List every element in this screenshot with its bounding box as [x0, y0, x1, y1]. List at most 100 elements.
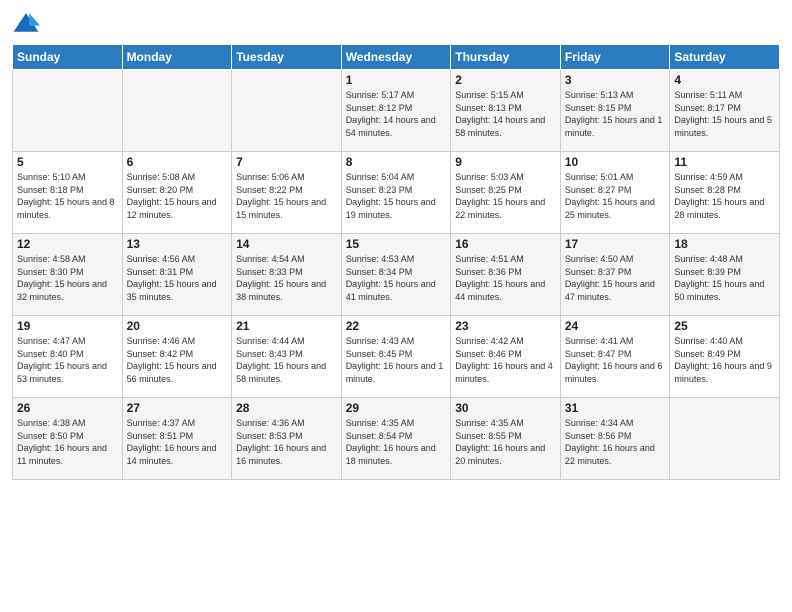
day-info: Sunrise: 4:35 AM Sunset: 8:54 PM Dayligh… — [346, 417, 447, 467]
day-number: 14 — [236, 237, 337, 251]
day-info: Sunrise: 5:01 AM Sunset: 8:27 PM Dayligh… — [565, 171, 666, 221]
logo-icon — [12, 10, 40, 38]
day-number: 18 — [674, 237, 775, 251]
header-day-tuesday: Tuesday — [232, 45, 342, 70]
calendar-cell: 10 Sunrise: 5:01 AM Sunset: 8:27 PM Dayli… — [560, 152, 670, 234]
day-info: Sunrise: 4:34 AM Sunset: 8:56 PM Dayligh… — [565, 417, 666, 467]
calendar-cell: 3 Sunrise: 5:13 AM Sunset: 8:15 PM Daylig… — [560, 70, 670, 152]
day-info: Sunrise: 5:04 AM Sunset: 8:23 PM Dayligh… — [346, 171, 447, 221]
calendar-cell: 2 Sunrise: 5:15 AM Sunset: 8:13 PM Daylig… — [451, 70, 561, 152]
header — [12, 10, 780, 38]
calendar-cell: 31 Sunrise: 4:34 AM Sunset: 8:56 PM Dayli… — [560, 398, 670, 480]
week-row-3: 19 Sunrise: 4:47 AM Sunset: 8:40 PM Dayli… — [13, 316, 780, 398]
header-day-friday: Friday — [560, 45, 670, 70]
day-number: 19 — [17, 319, 118, 333]
day-info: Sunrise: 4:54 AM Sunset: 8:33 PM Dayligh… — [236, 253, 337, 303]
day-number: 24 — [565, 319, 666, 333]
day-number: 20 — [127, 319, 228, 333]
day-info: Sunrise: 4:53 AM Sunset: 8:34 PM Dayligh… — [346, 253, 447, 303]
day-info: Sunrise: 5:11 AM Sunset: 8:17 PM Dayligh… — [674, 89, 775, 139]
day-number: 10 — [565, 155, 666, 169]
day-info: Sunrise: 4:47 AM Sunset: 8:40 PM Dayligh… — [17, 335, 118, 385]
header-row: SundayMondayTuesdayWednesdayThursdayFrid… — [13, 45, 780, 70]
week-row-4: 26Sunrise: 4:38 AM Sunset: 8:50 PM Dayli… — [13, 398, 780, 480]
day-info: Sunrise: 4:41 AM Sunset: 8:47 PM Dayligh… — [565, 335, 666, 385]
week-row-2: 12Sunrise: 4:58 AM Sunset: 8:30 PM Dayli… — [13, 234, 780, 316]
day-info: Sunrise: 4:48 AM Sunset: 8:39 PM Dayligh… — [674, 253, 775, 303]
day-number: 6 — [127, 155, 228, 169]
day-number: 5 — [17, 155, 118, 169]
day-number: 7 — [236, 155, 337, 169]
calendar-cell: 1 Sunrise: 5:17 AM Sunset: 8:12 PM Daylig… — [341, 70, 451, 152]
day-number: 12 — [17, 237, 118, 251]
calendar-cell: 19 Sunrise: 4:47 AM Sunset: 8:40 PM Dayli… — [13, 316, 123, 398]
day-info: Sunrise: 4:59 AM Sunset: 8:28 PM Dayligh… — [674, 171, 775, 221]
calendar-cell: 9 Sunrise: 5:03 AM Sunset: 8:25 PM Daylig… — [451, 152, 561, 234]
calendar-cell: 29Sunrise: 4:35 AM Sunset: 8:54 PM Dayli… — [341, 398, 451, 480]
calendar-cell: 13 Sunrise: 4:56 AM Sunset: 8:31 PM Dayli… — [122, 234, 232, 316]
calendar-cell: 4 Sunrise: 5:11 AM Sunset: 8:17 PM Daylig… — [670, 70, 780, 152]
calendar-cell: 11 Sunrise: 4:59 AM Sunset: 8:28 PM Dayli… — [670, 152, 780, 234]
day-number: 25 — [674, 319, 775, 333]
day-number: 17 — [565, 237, 666, 251]
day-number: 31 — [565, 401, 666, 415]
day-info: Sunrise: 5:03 AM Sunset: 8:25 PM Dayligh… — [455, 171, 556, 221]
calendar-cell — [122, 70, 232, 152]
day-number: 16 — [455, 237, 556, 251]
calendar-cell: 7 Sunrise: 5:06 AM Sunset: 8:22 PM Daylig… — [232, 152, 342, 234]
day-number: 21 — [236, 319, 337, 333]
week-row-0: 1 Sunrise: 5:17 AM Sunset: 8:12 PM Daylig… — [13, 70, 780, 152]
calendar-cell — [13, 70, 123, 152]
day-number: 3 — [565, 73, 666, 87]
day-number: 27 — [127, 401, 228, 415]
day-number: 22 — [346, 319, 447, 333]
main-container: SundayMondayTuesdayWednesdayThursdayFrid… — [0, 0, 792, 612]
calendar-cell: 6Sunrise: 5:08 AM Sunset: 8:20 PM Daylig… — [122, 152, 232, 234]
day-info: Sunrise: 4:56 AM Sunset: 8:31 PM Dayligh… — [127, 253, 228, 303]
calendar-cell: 5 Sunrise: 5:10 AM Sunset: 8:18 PM Daylig… — [13, 152, 123, 234]
calendar-cell: 18 Sunrise: 4:48 AM Sunset: 8:39 PM Dayli… — [670, 234, 780, 316]
calendar-cell: 25 Sunrise: 4:40 AM Sunset: 8:49 PM Dayli… — [670, 316, 780, 398]
day-number: 8 — [346, 155, 447, 169]
calendar-cell: 26Sunrise: 4:38 AM Sunset: 8:50 PM Dayli… — [13, 398, 123, 480]
day-info: Sunrise: 5:17 AM Sunset: 8:12 PM Dayligh… — [346, 89, 447, 139]
day-number: 26 — [17, 401, 118, 415]
header-day-saturday: Saturday — [670, 45, 780, 70]
day-info: Sunrise: 5:15 AM Sunset: 8:13 PM Dayligh… — [455, 89, 556, 139]
day-number: 1 — [346, 73, 447, 87]
day-info: Sunrise: 4:40 AM Sunset: 8:49 PM Dayligh… — [674, 335, 775, 385]
day-info: Sunrise: 5:10 AM Sunset: 8:18 PM Dayligh… — [17, 171, 118, 221]
day-number: 4 — [674, 73, 775, 87]
week-row-1: 5 Sunrise: 5:10 AM Sunset: 8:18 PM Daylig… — [13, 152, 780, 234]
logo — [12, 10, 44, 38]
day-number: 11 — [674, 155, 775, 169]
day-info: Sunrise: 4:35 AM Sunset: 8:55 PM Dayligh… — [455, 417, 556, 467]
day-number: 2 — [455, 73, 556, 87]
day-info: Sunrise: 4:44 AM Sunset: 8:43 PM Dayligh… — [236, 335, 337, 385]
day-info: Sunrise: 5:13 AM Sunset: 8:15 PM Dayligh… — [565, 89, 666, 139]
calendar-cell: 22 Sunrise: 4:43 AM Sunset: 8:45 PM Dayli… — [341, 316, 451, 398]
calendar-cell: 8 Sunrise: 5:04 AM Sunset: 8:23 PM Daylig… — [341, 152, 451, 234]
day-info: Sunrise: 4:50 AM Sunset: 8:37 PM Dayligh… — [565, 253, 666, 303]
day-info: Sunrise: 4:46 AM Sunset: 8:42 PM Dayligh… — [127, 335, 228, 385]
day-number: 30 — [455, 401, 556, 415]
header-day-wednesday: Wednesday — [341, 45, 451, 70]
day-number: 15 — [346, 237, 447, 251]
calendar-cell: 28Sunrise: 4:36 AM Sunset: 8:53 PM Dayli… — [232, 398, 342, 480]
day-info: Sunrise: 4:42 AM Sunset: 8:46 PM Dayligh… — [455, 335, 556, 385]
day-number: 23 — [455, 319, 556, 333]
day-info: Sunrise: 4:43 AM Sunset: 8:45 PM Dayligh… — [346, 335, 447, 385]
header-day-sunday: Sunday — [13, 45, 123, 70]
calendar-cell: 21 Sunrise: 4:44 AM Sunset: 8:43 PM Dayli… — [232, 316, 342, 398]
day-info: Sunrise: 4:37 AM Sunset: 8:51 PM Dayligh… — [127, 417, 228, 467]
day-number: 28 — [236, 401, 337, 415]
calendar-cell: 15 Sunrise: 4:53 AM Sunset: 8:34 PM Dayli… — [341, 234, 451, 316]
calendar-cell: 12Sunrise: 4:58 AM Sunset: 8:30 PM Dayli… — [13, 234, 123, 316]
day-info: Sunrise: 5:06 AM Sunset: 8:22 PM Dayligh… — [236, 171, 337, 221]
calendar-cell: 27 Sunrise: 4:37 AM Sunset: 8:51 PM Dayli… — [122, 398, 232, 480]
calendar-header: SundayMondayTuesdayWednesdayThursdayFrid… — [13, 45, 780, 70]
calendar-cell — [232, 70, 342, 152]
day-number: 13 — [127, 237, 228, 251]
header-day-monday: Monday — [122, 45, 232, 70]
day-number: 9 — [455, 155, 556, 169]
